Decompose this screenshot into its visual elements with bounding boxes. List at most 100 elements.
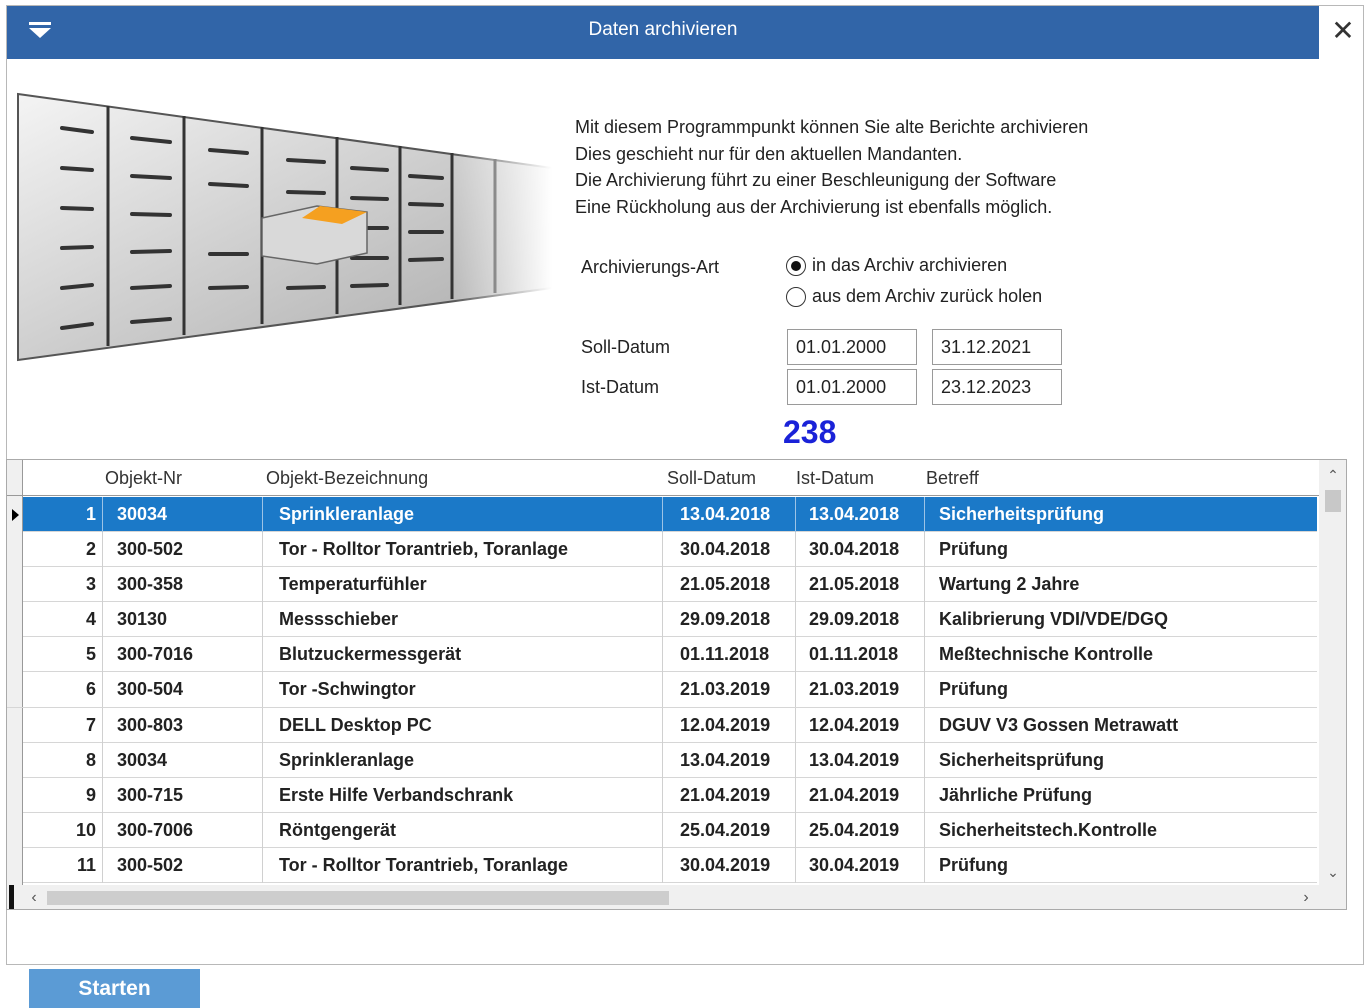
table-row[interactable]: 5 300-7016 Blutzuckermessgerät 01.11.2018 01… [7,637,1317,673]
row-number: 4 [23,602,103,638]
radio-archive-button[interactable] [786,255,806,276]
ist-datum-cell: 21.03.2019 [801,672,925,708]
radio-restore-button[interactable] [786,286,806,307]
betreff-cell: Kalibrierung VDI/VDE/DGQ [939,609,1169,630]
soll-date-from-input[interactable] [787,329,917,365]
ist-datum-cell: 30.04.2019 [801,847,925,883]
scroll-up-icon[interactable]: ⌃ [1319,462,1346,488]
objekt-nr-cell: 300-358 [109,567,263,603]
table-row[interactable]: 9 300-715 Erste Hilfe Verbandschrank 21.04.… [7,777,1317,813]
header-ist-datum[interactable]: Ist-Datum [796,468,874,489]
horizontal-scrollbar[interactable]: ‹ › [7,885,1346,909]
ist-datum-cell: 13.04.2018 [801,497,925,532]
soll-date-label: Soll-Datum [581,337,671,357]
table-row[interactable]: 1 30034 Sprinkleranlage 13.04.2018 13.04.201… [7,497,1317,533]
info-line: Dies geschieht nur für den aktuellen Man… [575,143,963,164]
row-indicator-edge [9,885,14,909]
row-indicator[interactable] [7,532,23,568]
betreff-cell: Prüfung [939,539,1008,560]
row-indicator[interactable] [7,637,23,673]
vertical-scroll-thumb[interactable] [1325,490,1341,512]
table-row[interactable]: 2 300-502 Tor - Rolltor Torantrieb, Toranl… [7,532,1317,568]
row-indicator[interactable] [7,707,23,743]
soll-datum-cell: 13.04.2018 [672,497,796,532]
ist-datum-cell: 13.04.2019 [801,742,925,778]
betreff-cell: Prüfung [939,854,1008,875]
soll-datum-cell: 29.09.2018 [672,602,796,638]
row-indicator[interactable] [7,567,23,603]
scroll-down-icon[interactable]: ⌄ [1319,859,1346,885]
soll-datum-cell: 12.04.2019 [672,707,796,743]
scroll-left-icon[interactable]: ‹ [21,885,47,909]
header-betreff[interactable]: Betreff [926,468,979,489]
table-row[interactable]: 4 30130 Messschieber 29.09.2018 29.09.2018 Ka… [7,602,1317,638]
row-number: 5 [23,637,103,673]
ist-date-label: Ist-Datum [581,377,660,397]
ist-date-to-input[interactable] [932,369,1062,405]
objekt-nr-cell: 30034 [109,742,263,778]
ist-datum-cell: 21.05.2018 [801,567,925,603]
records-grid[interactable]: Objekt-Nr Objekt-Bezeichnung Soll-Datum … [6,459,1347,910]
row-indicator[interactable] [7,847,23,883]
objekt-nr-cell: 300-7006 [109,812,263,848]
record-count: 238 [783,414,837,450]
ist-datum-cell: 29.09.2018 [801,602,925,638]
radio-archive[interactable]: in das Archiv archivieren [786,255,1007,276]
table-row[interactable]: 3 300-358 Temperaturfühler 21.05.2018 21.05.… [7,567,1317,603]
row-number: 11 [23,847,103,883]
soll-datum-cell: 21.04.2019 [672,777,796,813]
ist-datum-cell: 21.04.2019 [801,777,925,813]
row-indicator[interactable] [7,742,23,778]
ist-datum-cell: 30.04.2018 [801,532,925,568]
soll-datum-cell: 21.05.2018 [672,567,796,603]
info-line: Die Archivierung führt zu einer Beschleu… [575,170,1057,190]
ist-date-from-input[interactable] [787,369,917,405]
header-objekt-nr[interactable]: Objekt-Nr [105,468,182,489]
table-row[interactable]: 8 30034 Sprinkleranlage 13.04.2019 13.04.201… [7,742,1317,778]
radio-restore[interactable]: aus dem Archiv zurück holen [786,286,1042,307]
info-line: Eine Rückholung aus der Archivierung ist… [575,196,1053,217]
row-indicator[interactable] [7,602,23,638]
objekt-bezeichnung-cell: Erste Hilfe Verbandschrank [271,777,663,813]
row-indicator[interactable] [7,497,23,532]
betreff-cell: Prüfung [939,679,1008,700]
info-text: Mit diesem Programmpunkt können Sie alte… [575,114,1088,220]
row-number: 1 [23,497,103,532]
objekt-bezeichnung-cell: Sprinkleranlage [271,742,663,778]
soll-datum-cell: 25.04.2019 [672,812,796,848]
archive-type-label: Archivierungs-Art [581,257,720,277]
title-bar: Daten archivieren [7,6,1319,59]
ist-datum-cell: 25.04.2019 [801,812,925,848]
radio-restore-label: aus dem Archiv zurück holen [812,286,1043,306]
objekt-bezeichnung-cell: Temperaturfühler [271,567,663,603]
objekt-nr-cell: 300-502 [109,532,263,568]
betreff-cell: Sicherheitsprüfung [939,749,1105,770]
objekt-nr-cell: 30034 [109,497,263,532]
header-objekt-bezeichnung[interactable]: Objekt-Bezeichnung [266,468,428,489]
row-indicator[interactable] [7,672,23,708]
horizontal-scroll-thumb[interactable] [47,891,669,905]
header-soll-datum[interactable]: Soll-Datum [667,468,756,489]
row-number: 8 [23,742,103,778]
start-button[interactable]: Starten [29,969,200,1008]
row-indicator[interactable] [7,812,23,848]
row-indicator[interactable] [7,777,23,813]
objekt-bezeichnung-cell: Röntgengerät [271,812,663,848]
radio-archive-label: in das Archiv archivieren [812,255,1008,275]
table-row[interactable]: 11 300-502 Tor - Rolltor Torantrieb, Toran… [7,847,1317,884]
objekt-bezeichnung-cell: Blutzuckermessgerät [271,637,663,673]
objekt-nr-cell: 300-504 [109,672,263,708]
soll-datum-cell: 01.11.2018 [672,637,796,673]
objekt-nr-cell: 300-803 [109,707,263,743]
table-row[interactable]: 6 300-504 Tor -Schwingtor 21.03.2019 21.03.2… [7,672,1317,708]
vertical-scrollbar[interactable]: ⌃ ⌄ [1319,460,1346,885]
scroll-right-icon[interactable]: › [1293,885,1319,909]
soll-datum-cell: 13.04.2019 [672,742,796,778]
soll-datum-cell: 21.03.2019 [672,672,796,708]
grid-rows: 1 30034 Sprinkleranlage 13.04.2018 13.04.201… [7,497,1317,884]
soll-date-to-input[interactable] [932,329,1062,365]
objekt-nr-cell: 300-7016 [109,637,263,673]
table-row[interactable]: 10 300-7006 Röntgengerät 25.04.2019 25.04.20… [7,812,1317,848]
close-icon[interactable]: ✕ [1321,6,1365,59]
table-row[interactable]: 7 300-803 DELL Desktop PC 12.04.2019 12.04.2… [7,707,1317,743]
